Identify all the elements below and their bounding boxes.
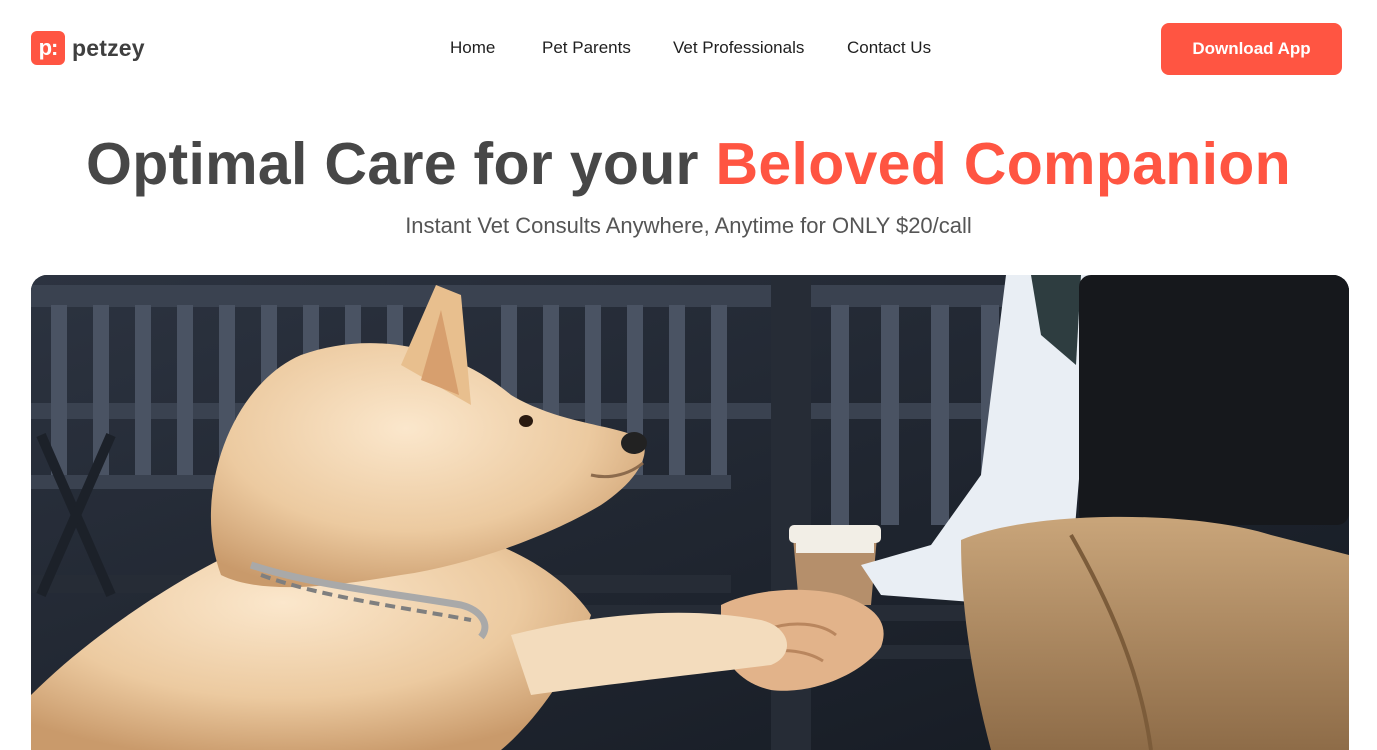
hero-image [31, 275, 1349, 750]
hero-title: Optimal Care for your Beloved Companion [0, 130, 1377, 198]
nav-home[interactable]: Home [450, 38, 495, 58]
hero-title-accent: Beloved Companion [715, 131, 1291, 197]
download-app-button[interactable]: Download App [1161, 23, 1342, 75]
nav-pet-parents[interactable]: Pet Parents [542, 38, 631, 58]
hero-subtitle: Instant Vet Consults Anywhere, Anytime f… [405, 213, 972, 238]
site-header: p: petzey Home Pet Parents Vet Professio… [0, 0, 1377, 98]
hero-title-prefix: Optimal Care for your [86, 131, 716, 197]
nav-contact-us[interactable]: Contact Us [847, 38, 931, 58]
dog-handshake-illustration [31, 275, 1349, 750]
nav-vet-professionals[interactable]: Vet Professionals [673, 38, 804, 58]
